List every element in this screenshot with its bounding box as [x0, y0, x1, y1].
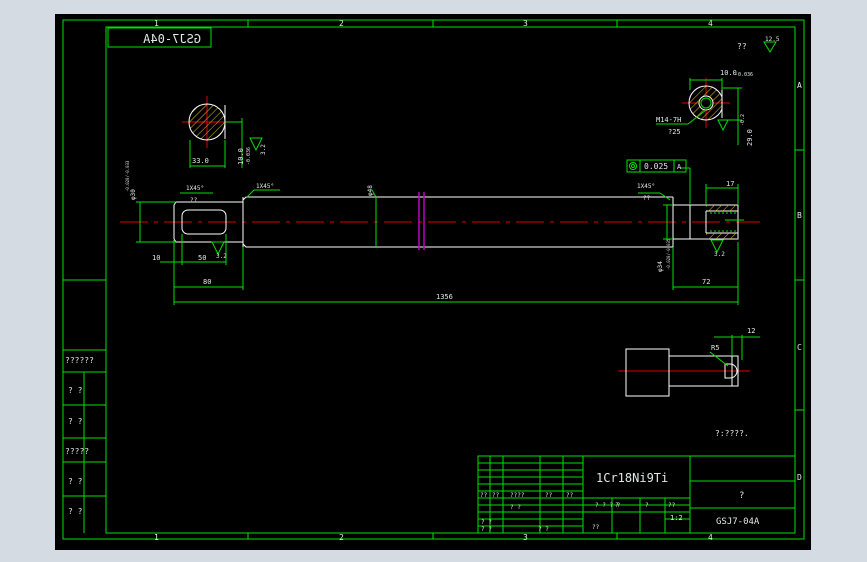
left-strip-label-5: ? ? [68, 477, 83, 486]
title-row-label-2: ?? [492, 492, 500, 499]
zone-number-bottom-2: 2 [339, 533, 344, 542]
left-strip-label-3: ? ? [68, 417, 83, 426]
right-section-height: 29.0 [746, 129, 754, 146]
title-row-label-6: ?? [668, 502, 676, 509]
tolerance-value: 0.025 [644, 162, 668, 171]
title-bottom-label-4: ? ? [510, 504, 521, 511]
title-row-label-4: ?? [545, 492, 553, 499]
scale: 1:2 [670, 514, 683, 522]
title-mid-label-3: ? [645, 502, 649, 509]
zone-number-bottom-3: 3 [523, 533, 528, 542]
material: 1Cr18Ni9Ti [596, 471, 668, 485]
zone-number-top-1: 1 [154, 19, 159, 28]
left-chamfer-note: ?? [190, 197, 198, 204]
zone-number-bottom-1: 1 [154, 533, 159, 542]
left-key-dim: 50 [198, 254, 206, 262]
left-section-roughness: 3.2 [260, 144, 267, 155]
right-length-dim: 72 [702, 278, 710, 286]
left-length-dim: 80 [203, 278, 211, 286]
flipped-part-number: GSJ7-04A [142, 32, 201, 46]
zone-number-bottom-4: 4 [708, 533, 713, 542]
left-chamfer: 1X45° [186, 185, 204, 192]
unit-field: ? [739, 491, 744, 501]
title-bottom-label-2: ? ? [481, 526, 492, 533]
left-section-depth: 10.0 [237, 148, 245, 165]
technical-note: ?:????. [715, 429, 749, 438]
left-section-depth-tol: -0.036 [246, 147, 252, 165]
zone-number-top-4: 4 [708, 19, 713, 28]
left-strip-label-1: ?????? [65, 356, 94, 365]
left-section-width: 33.0 [192, 157, 209, 165]
thread-spec: M14-7H [656, 116, 681, 124]
middle-dia: φ48 [367, 185, 374, 196]
title-row-label-3: ???? [510, 492, 525, 499]
detail-length: 12 [747, 327, 755, 335]
thread-depth: ?25 [668, 128, 681, 136]
left-roughness: 3.2 [216, 253, 227, 260]
title-row-label-1: ?? [480, 492, 488, 499]
right-section-width-tol: -0.036 [735, 72, 753, 78]
left-dia: φ30 [130, 189, 137, 200]
left-strip-label-4: ????? [65, 447, 89, 456]
right-roughness: 3.2 [714, 251, 725, 258]
left-dia-tol: -0.020/-0.033 [125, 160, 130, 192]
title-row-label-5: ?? [566, 492, 574, 499]
middle-chamfer: 1X45° [256, 183, 274, 190]
title-mid-label-4: ?? [592, 524, 600, 531]
right-dia-tol: -0.020/-0.035 [666, 238, 671, 270]
zone-letter-a: A [797, 81, 802, 90]
general-roughness-value: 12.5 [765, 36, 780, 43]
general-roughness-label: ?? [737, 42, 747, 51]
drawing-number: GSJ7-04A [716, 517, 760, 527]
zone-letter-c: C [797, 343, 802, 352]
zone-letter-d: D [797, 473, 802, 482]
cad-viewport[interactable]: 1 2 3 4 1 2 3 4 A B C D GSJ7-04A ????? ? … [0, 0, 867, 562]
left-offset-dim: 10 [152, 254, 160, 262]
title-mid-label-2: ? [615, 502, 619, 509]
left-strip-label-6: ? ? [68, 507, 83, 516]
title-bottom-label-1: ? ? [481, 519, 492, 526]
zone-letter-b: B [797, 211, 802, 220]
zone-number-top-2: 2 [339, 19, 344, 28]
right-hole-dim: 17 [726, 180, 734, 188]
overall-length: 1356 [436, 293, 453, 301]
title-bottom-label-3: ? ? [538, 526, 549, 533]
left-strip-label-2: ? ? [68, 386, 83, 395]
right-section-height-tol: -0.2 [740, 114, 746, 126]
right-dia: φ34 [657, 261, 664, 272]
right-chamfer-note: ?? [643, 195, 651, 202]
zone-number-top-3: 3 [523, 19, 528, 28]
detail-radius: R5 [711, 344, 719, 352]
right-chamfer: 1X45° [637, 183, 655, 190]
